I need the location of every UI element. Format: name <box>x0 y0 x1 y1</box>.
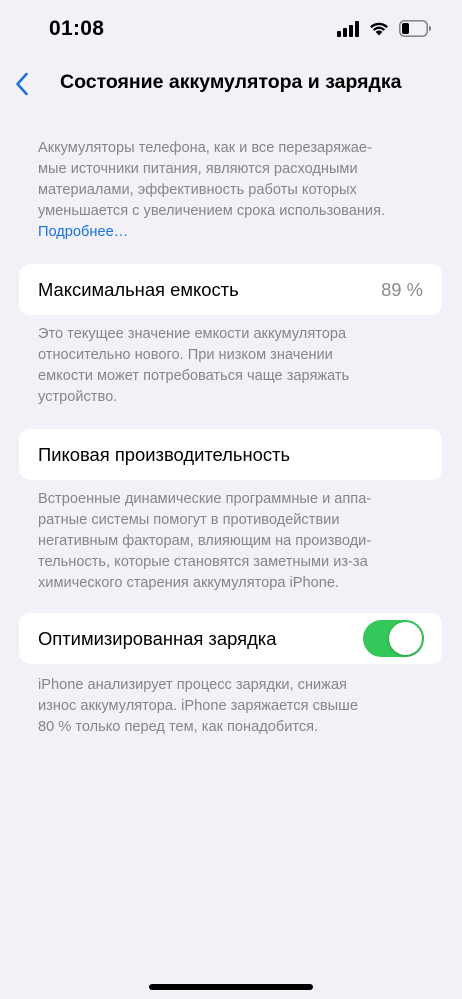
nav-bar: Состояние аккумулятора и зарядка <box>0 60 462 108</box>
intro-line: уменьшается с увеличением срока использо… <box>38 203 386 219</box>
footer-line: 80 % только перед тем, как понадобится. <box>38 719 319 735</box>
peak-performance-footer: Встроенные динамические программные и ап… <box>38 489 428 594</box>
footer-line: относительно нового. При низком значении <box>38 347 333 363</box>
footer-line: ратные системы помогут в противодействии <box>38 512 340 528</box>
battery-icon <box>399 20 431 37</box>
footer-line: Это текущее значение емкости аккумулятор… <box>38 326 347 342</box>
optimized-charging-label: Оптимизированная зарядка <box>38 628 277 649</box>
max-capacity-label: Максимальная емкость <box>38 279 239 300</box>
status-bar: 01:08 <box>0 0 462 56</box>
peak-performance-row: Пиковая производительность <box>19 429 442 480</box>
intro-line: материалами, эффективность работы которы… <box>38 182 357 198</box>
chevron-left-icon <box>16 72 28 96</box>
toggle-knob <box>389 622 422 655</box>
optimized-charging-toggle[interactable] <box>363 620 424 657</box>
cellular-signal-icon <box>337 20 359 37</box>
peak-performance-label: Пиковая производительность <box>38 444 291 465</box>
max-capacity-value: 89 % <box>381 279 423 300</box>
footer-line: емкости может потребоваться чаще заряжат… <box>38 368 350 384</box>
back-button[interactable] <box>6 66 38 102</box>
intro-line: Аккумуляторы телефона, как и все перезар… <box>38 140 372 156</box>
footer-line: негативным факторам, влияющим на произво… <box>38 533 372 549</box>
status-time: 01:08 <box>49 17 105 40</box>
footer-line: износ аккумулятора. iPhone заряжается св… <box>38 698 358 714</box>
optimized-charging-footer: iPhone анализирует процесс зарядки, сниж… <box>38 675 428 738</box>
page-title: Состояние аккумулятора и зарядка <box>60 71 402 93</box>
wifi-icon <box>370 22 388 36</box>
intro-line: мые источники питания, являются расходны… <box>38 161 358 177</box>
max-capacity-row: Максимальная емкость 89 % <box>19 264 442 315</box>
footer-line: тельность, которые становятся заметными … <box>38 554 368 570</box>
intro-text: Аккумуляторы телефона, как и все перезар… <box>38 138 428 243</box>
footer-line: iPhone анализирует процесс зарядки, сниж… <box>38 677 347 693</box>
max-capacity-footer: Это текущее значение емкости аккумулятор… <box>38 324 428 408</box>
home-indicator[interactable] <box>149 984 313 990</box>
optimized-charging-row: Оптимизированная зарядка <box>19 613 442 664</box>
status-icons <box>337 20 432 37</box>
learn-more-link[interactable]: Подробнее… <box>38 222 428 243</box>
footer-line: устройство. <box>38 389 118 405</box>
footer-line: Встроенные динамические программные и ап… <box>38 491 372 507</box>
footer-line: химического старения аккумулятора iPhone… <box>38 575 340 591</box>
